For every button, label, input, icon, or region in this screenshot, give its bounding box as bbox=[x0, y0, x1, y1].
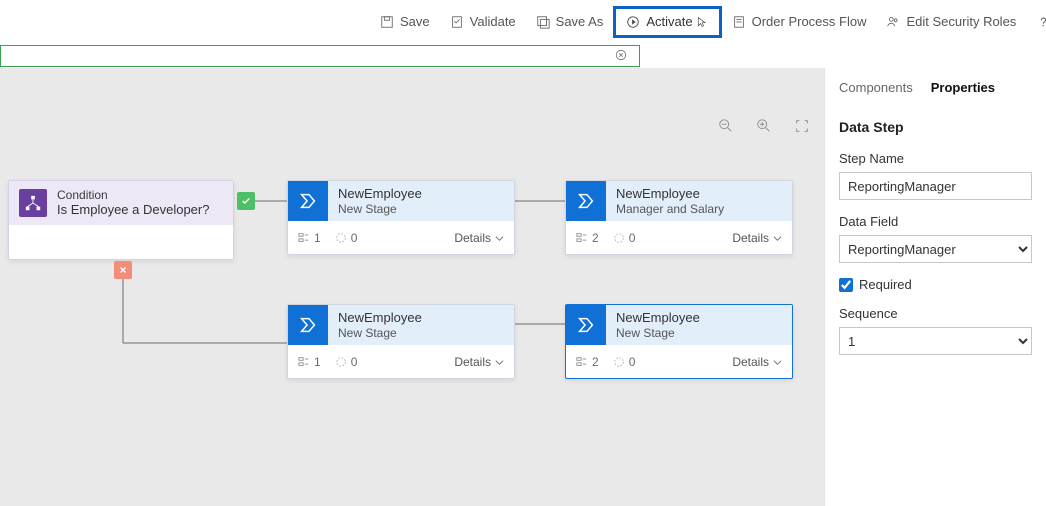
fit-screen-icon[interactable] bbox=[794, 118, 810, 137]
tab-properties[interactable]: Properties bbox=[931, 80, 995, 101]
section-title: Data Step bbox=[839, 119, 1032, 135]
security-icon bbox=[886, 15, 900, 29]
stage-node-4[interactable]: NewEmployee New Stage 2 0 Details bbox=[565, 304, 793, 379]
stage-icon bbox=[566, 181, 606, 221]
details-button[interactable]: Details bbox=[454, 355, 504, 369]
connectors bbox=[0, 68, 824, 506]
properties-panel: Components Properties Data Step Step Nam… bbox=[824, 68, 1046, 506]
activate-icon bbox=[626, 15, 640, 29]
notification-bar bbox=[0, 45, 640, 67]
data-field-label: Data Field bbox=[839, 214, 1032, 229]
validate-icon bbox=[450, 15, 464, 29]
condition-no-badge bbox=[114, 261, 132, 279]
stage-node-1[interactable]: NewEmployee New Stage 1 0 Details bbox=[287, 180, 515, 255]
security-label: Edit Security Roles bbox=[906, 14, 1016, 29]
steps-count: 1 bbox=[298, 231, 321, 245]
step-name-label: Step Name bbox=[839, 151, 1032, 166]
order-label: Order Process Flow bbox=[752, 14, 867, 29]
save-button[interactable]: Save bbox=[370, 6, 440, 38]
triggers-count: 0 bbox=[613, 231, 636, 245]
stage-entity: NewEmployee bbox=[338, 310, 422, 326]
details-button[interactable]: Details bbox=[732, 355, 782, 369]
zoom-in-icon[interactable] bbox=[756, 118, 772, 137]
save-as-label: Save As bbox=[556, 14, 604, 29]
stage-entity: NewEmployee bbox=[616, 310, 700, 326]
sequence-select[interactable]: 1 bbox=[839, 327, 1032, 355]
required-label: Required bbox=[859, 277, 912, 292]
zoom-out-icon[interactable] bbox=[718, 118, 734, 137]
validate-label: Validate bbox=[470, 14, 516, 29]
stage-name: New Stage bbox=[338, 326, 422, 340]
stage-name: New Stage bbox=[338, 202, 422, 216]
save-as-icon bbox=[536, 15, 550, 29]
steps-count: 2 bbox=[576, 355, 599, 369]
main-area: Condition Is Employee a Developer? NewEm… bbox=[0, 68, 1046, 506]
save-as-button[interactable]: Save As bbox=[526, 6, 614, 38]
condition-icon bbox=[19, 189, 47, 217]
details-button[interactable]: Details bbox=[732, 231, 782, 245]
stage-entity: NewEmployee bbox=[616, 186, 724, 202]
condition-node[interactable]: Condition Is Employee a Developer? bbox=[8, 180, 234, 260]
condition-title: Condition bbox=[57, 188, 209, 202]
details-button[interactable]: Details bbox=[454, 231, 504, 245]
cursor-icon bbox=[695, 15, 709, 29]
stage-entity: NewEmployee bbox=[338, 186, 422, 202]
triggers-count: 0 bbox=[335, 231, 358, 245]
activate-button[interactable]: Activate bbox=[613, 6, 721, 38]
command-bar: Save Validate Save As Activate Order Pro… bbox=[0, 0, 1046, 44]
stage-icon bbox=[566, 305, 606, 345]
steps-count: 2 bbox=[576, 231, 599, 245]
step-name-input[interactable] bbox=[839, 172, 1032, 200]
help-icon bbox=[1036, 15, 1046, 29]
condition-yes-badge bbox=[237, 192, 255, 210]
close-icon[interactable] bbox=[615, 49, 627, 64]
condition-head: Condition Is Employee a Developer? bbox=[9, 181, 233, 225]
flow-canvas[interactable]: Condition Is Employee a Developer? NewEm… bbox=[0, 68, 824, 506]
stage-icon bbox=[288, 305, 328, 345]
stage-name: New Stage bbox=[616, 326, 700, 340]
stage-node-3[interactable]: NewEmployee New Stage 1 0 Details bbox=[287, 304, 515, 379]
steps-count: 1 bbox=[298, 355, 321, 369]
edit-security-roles-button[interactable]: Edit Security Roles bbox=[876, 6, 1026, 38]
activate-label: Activate bbox=[646, 14, 692, 29]
zoom-controls bbox=[718, 118, 810, 137]
stage-name: Manager and Salary bbox=[616, 202, 724, 216]
tab-components[interactable]: Components bbox=[839, 80, 913, 101]
stage-icon bbox=[288, 181, 328, 221]
required-checkbox[interactable] bbox=[839, 278, 853, 292]
save-icon bbox=[380, 15, 394, 29]
save-label: Save bbox=[400, 14, 430, 29]
order-icon bbox=[732, 15, 746, 29]
validate-button[interactable]: Validate bbox=[440, 6, 526, 38]
stage-node-2[interactable]: NewEmployee Manager and Salary 2 0 Detai… bbox=[565, 180, 793, 255]
condition-subtitle: Is Employee a Developer? bbox=[57, 202, 209, 218]
help-button[interactable]: Help bbox=[1026, 6, 1046, 38]
sequence-label: Sequence bbox=[839, 306, 1032, 321]
triggers-count: 0 bbox=[335, 355, 358, 369]
data-field-select[interactable]: ReportingManager bbox=[839, 235, 1032, 263]
triggers-count: 0 bbox=[613, 355, 636, 369]
order-process-flow-button[interactable]: Order Process Flow bbox=[722, 6, 877, 38]
